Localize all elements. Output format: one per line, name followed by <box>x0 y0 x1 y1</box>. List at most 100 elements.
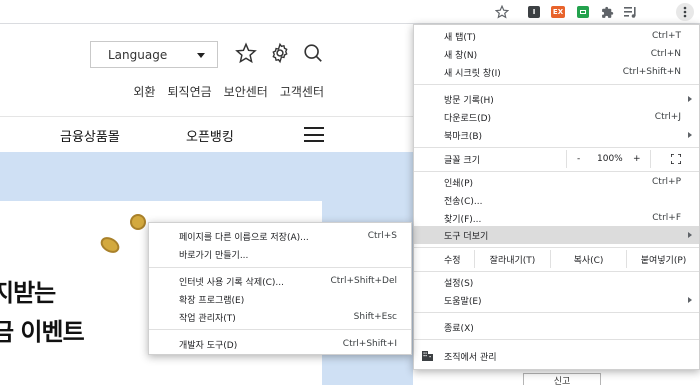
submenu-arrow-icon <box>688 96 692 102</box>
menu-label: 조직에서 관리 <box>444 352 497 363</box>
util-nav-forex[interactable]: 외환 <box>133 83 155 100</box>
submenu-save-page[interactable]: 페이지를 다른 이름으로 저장(A)... Ctrl+S <box>149 227 411 245</box>
menu-help[interactable]: 도움말(E) <box>414 291 699 309</box>
zoom-label: 글꼴 크기 <box>444 155 480 166</box>
menu-shortcut: Ctrl+N <box>650 49 681 59</box>
menu-shortcut: Ctrl+F <box>652 213 681 223</box>
util-nav-security[interactable]: 보안센터 <box>224 83 268 100</box>
menu-label: 찾기(F)... <box>444 214 482 225</box>
submenu-create-shortcut[interactable]: 바로가기 만들기... <box>149 245 411 263</box>
menu-label: 다운로드(D) <box>444 113 492 124</box>
menu-separator <box>414 147 699 148</box>
submenu-dev-tools[interactable]: 개발자 도구(D) Ctrl+Shift+I <box>149 335 411 353</box>
menu-separator <box>149 329 411 330</box>
menu-settings[interactable]: 설정(S) <box>414 273 699 291</box>
extensions-puzzle-icon[interactable] <box>598 3 616 21</box>
settings-gear-icon[interactable] <box>269 42 293 66</box>
zoom-control: - 100% + <box>566 150 651 168</box>
chrome-menu-kebab-icon[interactable] <box>676 3 694 21</box>
menu-shortcut: Ctrl+Shift+N <box>622 67 681 77</box>
menu-more-tools[interactable]: 도구 더보기 <box>414 226 699 244</box>
menu-label: 북마크(B) <box>444 131 483 142</box>
menu-label: 바로가기 만들기... <box>179 250 249 261</box>
menu-separator <box>414 339 699 340</box>
menu-shortcut: Ctrl+Shift+I <box>342 339 397 349</box>
browser-toolbar: I EX <box>0 0 700 24</box>
edit-cut-button[interactable]: 잘라내기(T) <box>474 250 550 268</box>
language-select-value: Language <box>108 47 168 62</box>
util-nav-support[interactable]: 고객센터 <box>280 83 324 100</box>
zoom-level: 100% <box>597 154 623 164</box>
menu-separator <box>414 84 699 85</box>
coin-illustration <box>130 214 146 230</box>
extension-ex-label: EX <box>551 6 565 18</box>
menu-label: 페이지를 다른 이름으로 저장(A)... <box>179 232 309 243</box>
media-queue-icon[interactable] <box>622 3 640 21</box>
extension-info-icon[interactable]: I <box>525 3 543 21</box>
menu-zoom-row: 글꼴 크기 - 100% + <box>414 150 699 168</box>
main-nav-openbanking[interactable]: 오픈뱅킹 <box>186 126 234 145</box>
submenu-extensions[interactable]: 확장 프로그램(E) <box>149 290 411 308</box>
menu-label: 확장 프로그램(E) <box>179 295 245 306</box>
fullscreen-icon[interactable] <box>671 154 681 164</box>
menu-separator <box>149 267 411 268</box>
edit-copy-button[interactable]: 복사(C) <box>550 250 626 268</box>
menu-shortcut: Ctrl+T <box>651 31 681 41</box>
more-tools-submenu: 페이지를 다른 이름으로 저장(A)... Ctrl+S 바로가기 만들기...… <box>148 222 412 355</box>
header-divider <box>0 116 413 117</box>
chevron-down-icon <box>197 53 205 58</box>
menu-separator <box>414 312 699 313</box>
utility-nav: 외환 퇴직연금 보안센터 고객센터 <box>133 83 324 100</box>
menu-label: 새 창(N) <box>444 50 478 61</box>
banner-headline-2: 금 이벤트 <box>0 318 85 346</box>
favorite-star-icon[interactable] <box>235 42 259 66</box>
menu-edit-row: 수정 잘라내기(T) 복사(C) 붙여넣기(P) <box>414 250 699 268</box>
chrome-main-menu: 새 탭(T) Ctrl+T 새 창(N) Ctrl+N 새 시크릿 창(I) C… <box>413 24 700 370</box>
menu-label: 작업 관리자(T) <box>179 313 236 324</box>
menu-label: 설정(S) <box>444 278 474 289</box>
menu-label: 도구 더보기 <box>444 231 489 242</box>
building-icon <box>422 351 433 361</box>
menu-bookmarks[interactable]: 북마크(B) <box>414 126 699 144</box>
menu-find[interactable]: 찾기(F)... Ctrl+F <box>414 209 699 227</box>
menu-history[interactable]: 방문 기록(H) <box>414 90 699 108</box>
report-button[interactable]: 신고 <box>523 373 601 385</box>
hamburger-menu-icon[interactable] <box>304 127 324 142</box>
menu-cast[interactable]: 전송(C)... <box>414 191 699 209</box>
menu-shortcut: Ctrl+P <box>652 177 681 187</box>
star-bookmark-icon[interactable] <box>493 3 511 21</box>
menu-print[interactable]: 인쇄(P) Ctrl+P <box>414 173 699 191</box>
submenu-clear-browsing-data[interactable]: 인터넷 사용 기록 삭제(C)... Ctrl+Shift+Del <box>149 272 411 290</box>
menu-new-tab[interactable]: 새 탭(T) Ctrl+T <box>414 27 699 45</box>
extension-ex-icon[interactable]: EX <box>549 3 567 21</box>
menu-label: 새 탭(T) <box>444 32 476 43</box>
menu-managed[interactable]: 조직에서 관리 <box>414 347 699 365</box>
submenu-task-manager[interactable]: 작업 관리자(T) Shift+Esc <box>149 308 411 326</box>
banner-headline-1: 지받는 <box>0 279 56 307</box>
main-nav-products[interactable]: 금융상품몰 <box>60 126 120 145</box>
menu-label: 종료(X) <box>444 323 474 334</box>
zoom-in-button[interactable]: + <box>633 154 641 164</box>
edit-paste-button[interactable]: 붙여넣기(P) <box>626 250 700 268</box>
menu-exit[interactable]: 종료(X) <box>414 318 699 336</box>
menu-separator <box>414 247 699 248</box>
menu-label: 새 시크릿 창(I) <box>444 68 501 79</box>
search-icon[interactable] <box>302 42 326 66</box>
submenu-arrow-icon <box>688 232 692 238</box>
submenu-arrow-icon <box>688 132 692 138</box>
extension-screen-icon[interactable] <box>574 3 592 21</box>
menu-shortcut: Ctrl+Shift+Del <box>330 276 397 286</box>
zoom-out-button[interactable]: - <box>577 154 580 164</box>
menu-label: 개발자 도구(D) <box>179 340 238 351</box>
menu-separator <box>414 271 699 272</box>
menu-new-window[interactable]: 새 창(N) Ctrl+N <box>414 45 699 63</box>
util-nav-pension[interactable]: 퇴직연금 <box>167 83 211 100</box>
menu-label: 인터넷 사용 기록 삭제(C)... <box>179 277 284 288</box>
menu-label: 도움말(E) <box>444 296 482 307</box>
edit-label: 수정 <box>444 255 461 266</box>
menu-downloads[interactable]: 다운로드(D) Ctrl+J <box>414 108 699 126</box>
menu-label: 방문 기록(H) <box>444 95 494 106</box>
menu-shortcut: Ctrl+J <box>654 112 681 122</box>
menu-new-incognito[interactable]: 새 시크릿 창(I) Ctrl+Shift+N <box>414 63 699 81</box>
language-select[interactable]: Language <box>90 41 218 68</box>
